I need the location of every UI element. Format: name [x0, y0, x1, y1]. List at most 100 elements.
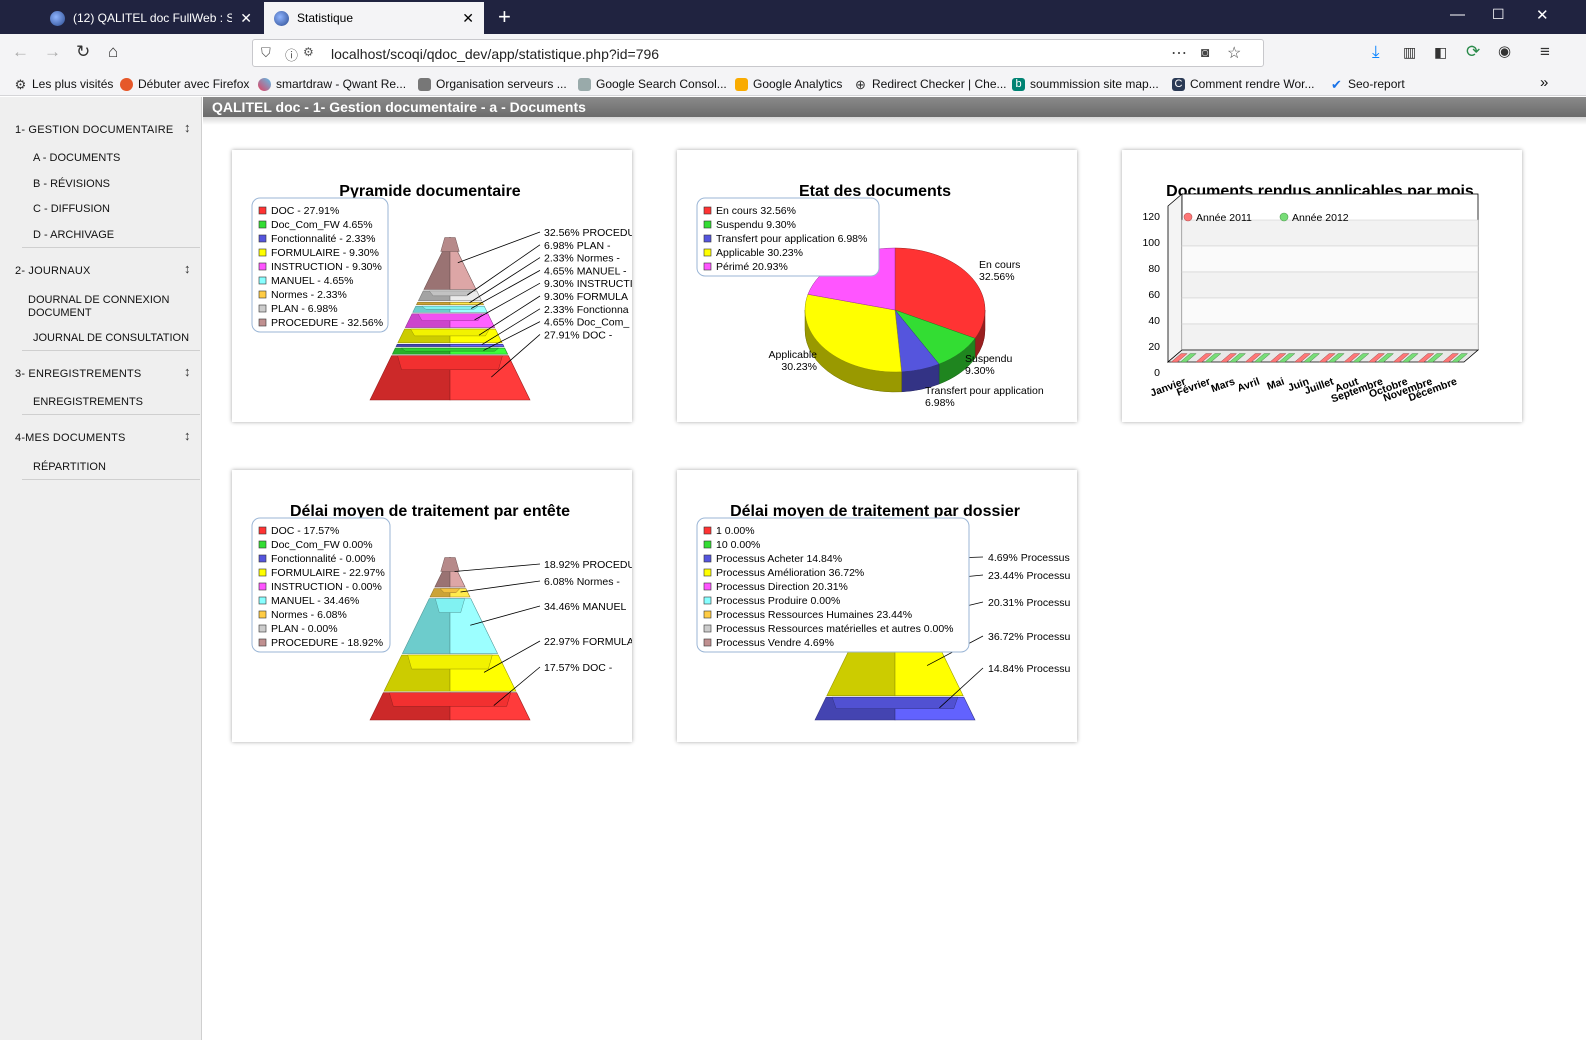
- page-actions-icon[interactable]: ⋯: [1171, 43, 1187, 63]
- sidebar-item-diffusion[interactable]: C - DIFFUSION: [33, 203, 110, 216]
- sidebar-item-documents[interactable]: A - DOCUMENTS: [33, 152, 120, 165]
- chart-title: Délai moyen de traitement par entête: [290, 503, 570, 520]
- legend-swatch: [258, 276, 267, 285]
- download-icon[interactable]: ⤓: [1372, 42, 1380, 62]
- info-icon[interactable]: ⓘ: [285, 45, 298, 64]
- sidebar-item-archivage[interactable]: D - ARCHIVAGE: [33, 229, 114, 242]
- reload-icon[interactable]: ↻: [76, 42, 90, 62]
- browser-tab-qalitel[interactable]: (12) QALITEL doc FullWeb : SCO ✕: [40, 2, 262, 34]
- bookmark-star-icon[interactable]: ☆: [1227, 43, 1241, 63]
- url-text[interactable]: localhost/scoqi/qdoc_dev/app/statistique…: [331, 46, 659, 62]
- pyramid-segment-top: [397, 355, 503, 370]
- sidebar-item-revisions[interactable]: B - RÉVISIONS: [33, 178, 110, 191]
- sidebar-section-mes-documents[interactable]: 4-MES DOCUMENTS: [15, 432, 126, 444]
- back-icon[interactable]: ←: [12, 42, 29, 62]
- legend-item: Suspendu 9.30%: [716, 219, 796, 231]
- sidebar-toggle-icon[interactable]: ◧: [1434, 42, 1447, 62]
- library-icon[interactable]: ▥: [1403, 42, 1416, 62]
- sync-icon[interactable]: ⟳: [1466, 42, 1480, 62]
- data-label: 32.56% PROCEDU: [544, 227, 632, 239]
- expand-arrows-icon[interactable]: ↕: [184, 261, 191, 276]
- grid-band: [1181, 323, 1479, 351]
- permissions-icon[interactable]: ⚙: [303, 45, 314, 59]
- sidebar-section-gestion[interactable]: 1- GESTION DOCUMENTAIRE: [15, 124, 173, 136]
- maximize-icon[interactable]: ☐: [1492, 6, 1505, 23]
- legend-item: Processus Ressources Humaines 23.44%: [716, 609, 912, 621]
- leader-line: [467, 244, 541, 296]
- data-label: 4.65% Doc_Com_: [544, 317, 629, 329]
- pie-label-name: En cours: [979, 259, 1020, 271]
- close-tab-icon[interactable]: ✕: [240, 10, 252, 27]
- legend-item: MANUEL - 4.65%: [271, 275, 353, 287]
- pyramid-segment-face: [449, 343, 505, 347]
- bookmark-item[interactable]: ⊕ Redirect Checker | Che...: [854, 77, 1006, 91]
- browser-tab-statistique[interactable]: Statistique ✕: [264, 2, 484, 34]
- legend-marker: [1279, 212, 1289, 222]
- sidebar-item-enregistrements[interactable]: ENREGISTREMENTS: [33, 396, 143, 409]
- bookmark-item[interactable]: ⚙ Les plus visités: [14, 77, 114, 91]
- grid-band: [1181, 297, 1479, 325]
- close-window-icon[interactable]: ✕: [1536, 6, 1549, 24]
- shield-icon[interactable]: ⛉: [261, 45, 271, 61]
- tab-title: Statistique: [297, 11, 354, 25]
- home-icon[interactable]: ⌂: [108, 42, 118, 62]
- legend-swatch: [258, 220, 267, 229]
- pocket-icon[interactable]: ◙: [1201, 44, 1209, 60]
- legend-swatch: [703, 596, 712, 605]
- bookmark-item[interactable]: b soummission site map...: [1012, 77, 1159, 91]
- sidebar-section-journaux[interactable]: 2- JOURNAUX: [15, 265, 91, 277]
- bookmark-item[interactable]: Google Analytics: [735, 77, 842, 91]
- x-tick-label: Mai: [1265, 376, 1286, 393]
- expand-arrows-icon[interactable]: ↕: [184, 120, 191, 135]
- y-tick-label: 60: [1148, 289, 1160, 301]
- legend-item: Processus Direction 20.31%: [716, 581, 848, 593]
- c-icon: C: [1172, 77, 1185, 91]
- pyramid-segment-fonctionnalit: [395, 343, 451, 347]
- firefox-icon: [120, 77, 133, 91]
- legend-item: FORMULAIRE - 9.30%: [271, 247, 379, 259]
- minimize-icon[interactable]: —: [1450, 6, 1465, 23]
- legend-item: Fonctionnalité - 0.00%: [271, 553, 375, 565]
- expand-arrows-icon[interactable]: ↕: [184, 364, 191, 379]
- new-tab-button[interactable]: +: [498, 4, 511, 30]
- legend-swatch: [258, 596, 267, 605]
- legend-swatch: [258, 206, 267, 215]
- data-label: 20.31% Processu: [988, 597, 1070, 609]
- data-label: 27.91% DOC -: [544, 329, 613, 341]
- bookmark-item[interactable]: smartdraw - Qwant Re...: [258, 77, 406, 91]
- sidebar-item-journal-consultation[interactable]: JOURNAL DE CONSULTATION: [33, 332, 189, 345]
- sidebar-item-journal-connexion[interactable]: DOURNAL DE CONNEXION DOCUMENT: [28, 294, 188, 320]
- account-icon[interactable]: ◉: [1498, 42, 1511, 62]
- bookmark-item[interactable]: ✔ Seo-report: [1330, 77, 1405, 91]
- close-tab-icon[interactable]: ✕: [462, 10, 474, 27]
- legend-swatch: [703, 554, 712, 563]
- chart-panel-mois: Documents rendus applicables par mois 120…: [1122, 150, 1522, 422]
- legend-swatch: [703, 624, 712, 633]
- data-label: 17.57% DOC -: [544, 662, 613, 674]
- data-label: 23.44% Processu: [988, 570, 1070, 582]
- pyramid-segment-top: [440, 557, 460, 572]
- forward-icon[interactable]: →: [44, 42, 61, 62]
- pyramid-segment-top: [417, 313, 483, 321]
- bookmark-item[interactable]: C Comment rendre Wor...: [1172, 77, 1315, 91]
- address-bar[interactable]: ⛉ ⓘ ⚙ localhost/scoqi/qdoc_dev/app/stati…: [252, 39, 1264, 67]
- chart-panel-etat: Etat des documents En cours 32.56% Suspendu…: [677, 150, 1077, 422]
- data-label: 22.97% FORMULA: [544, 636, 632, 648]
- bookmark-item[interactable]: Google Search Consol...: [578, 77, 727, 91]
- x-tick-label: Mars: [1210, 375, 1237, 395]
- sidebar-item-repartition[interactable]: RÉPARTITION: [33, 461, 106, 474]
- menu-icon[interactable]: ≡: [1540, 42, 1550, 62]
- y-tick-label: 80: [1148, 263, 1160, 275]
- bookmark-item[interactable]: Organisation serveurs ...: [418, 77, 567, 91]
- bookmark-item[interactable]: Débuter avec Firefox: [120, 77, 249, 91]
- expand-arrows-icon[interactable]: ↕: [184, 428, 191, 443]
- more-bookmarks-icon[interactable]: »: [1540, 74, 1548, 91]
- pie-label-value: 6.98%: [925, 397, 955, 409]
- pyramid-segment-top: [407, 654, 493, 670]
- chart-title: Délai moyen de traitement par dossier: [730, 503, 1020, 520]
- pie-label-name: Suspendu: [965, 353, 1012, 365]
- legend-swatch: [258, 638, 267, 647]
- pie-label-name: Applicable: [769, 349, 818, 361]
- sidebar-section-enregistrements[interactable]: 3- ENREGISTREMENTS: [15, 368, 141, 380]
- check-icon: ✔: [1331, 76, 1342, 92]
